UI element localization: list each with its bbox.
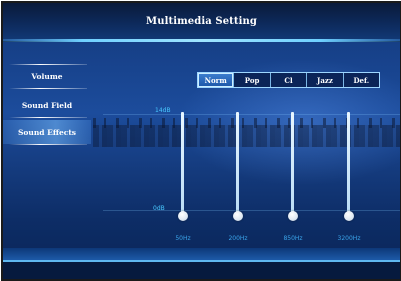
eq-max-label: 14dB [155,107,171,114]
eq-slider-track-200hz[interactable] [236,112,239,215]
title-bar: Multimedia Setting [3,3,400,42]
tab-classical[interactable]: Cl [271,73,308,87]
tab-norm[interactable]: Norm [198,73,235,87]
eq-slider-knob-50hz[interactable] [178,211,188,221]
eq-slider-track-850hz[interactable] [291,112,294,215]
eq-freq-label: 200Hz [228,235,248,242]
eq-slider-track-50hz[interactable] [181,112,184,215]
city-reflection-decoration [93,125,400,147]
eq-grid-line [103,210,400,211]
eq-freq-label: 3200Hz [337,235,361,242]
eq-slider-knob-200hz[interactable] [233,211,243,221]
eq-preset-tabs: Norm Pop Cl Jazz Def. [197,72,380,88]
sidebar-item-label: Sound Field [21,100,73,110]
bottom-strip [3,262,400,279]
divider [9,88,87,89]
tab-jazz[interactable]: Jazz [307,73,344,87]
sidebar-item-sound-field[interactable]: Sound Field [3,93,91,117]
app-window: Multimedia Setting Volume Sound Field So… [1,1,401,281]
divider [9,144,87,145]
eq-freq-label: 50Hz [175,235,191,242]
divider [9,117,87,118]
tab-default[interactable]: Def. [344,73,379,87]
sidebar-item-label: Volume [31,71,63,81]
window-title: Multimedia Setting [146,16,257,27]
sidebar-item-label: Sound Effects [17,127,77,137]
sidebar-item-sound-effects[interactable]: Sound Effects [3,120,91,144]
divider [9,64,87,65]
main-panel: Volume Sound Field Sound Effects Norm Po… [3,42,400,279]
eq-grid-line [103,114,400,115]
eq-freq-label: 850Hz [283,235,303,242]
eq-slider-knob-850hz[interactable] [288,211,298,221]
eq-slider-track-3200hz[interactable] [347,112,350,215]
sidebar-item-volume[interactable]: Volume [3,64,91,88]
tab-pop[interactable]: Pop [234,73,271,87]
eq-slider-knob-3200hz[interactable] [344,211,354,221]
bottom-bar [3,248,400,260]
